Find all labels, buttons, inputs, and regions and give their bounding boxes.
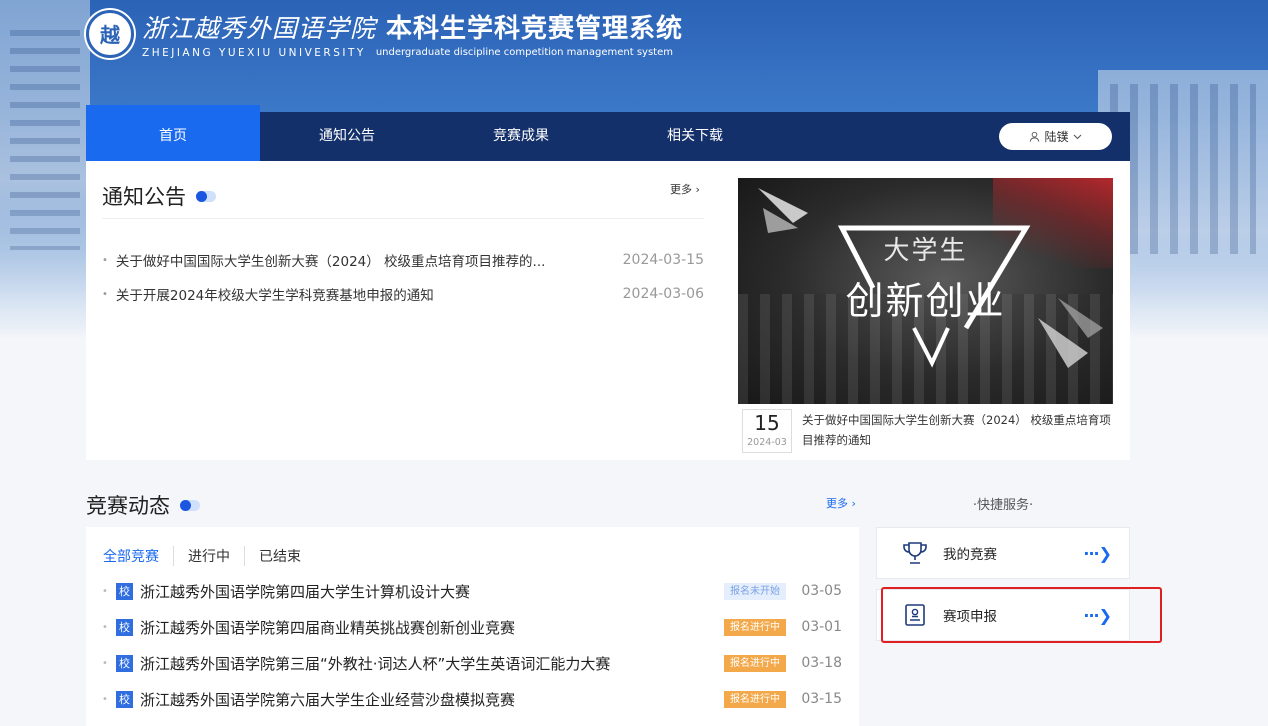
quick-services-title: ·快捷服务· <box>972 498 1034 513</box>
notice-section-title: 通知公告 <box>102 181 216 211</box>
notice-list: • 关于做好中国国际大学生创新大赛（2024） 校级重点培育项目推荐的... 20… <box>102 243 704 311</box>
tab-all[interactable]: 全部竞赛 <box>103 546 173 566</box>
logo-text: 浙江越秀外国语学院 本科生学科竞赛管理系统 ZHEJIANG YUEXIU UN… <box>142 8 683 59</box>
chevron-down-icon <box>1073 134 1081 139</box>
bullet-icon: • <box>102 657 108 669</box>
competition-date: 03-18 <box>801 655 842 671</box>
notice-divider <box>102 218 704 219</box>
main-nav: 首页 通知公告 竞赛成果 相关下载 陆镤 <box>86 105 1130 161</box>
notice-item-date: 2024-03-15 <box>622 252 704 268</box>
competition-date: 03-05 <box>801 583 842 599</box>
status-badge: 报名未开始 <box>724 582 786 600</box>
competition-item[interactable]: • 校 浙江越秀外国语学院第四届商业精英挑战赛创新创业竞赛 报名进行中 03-0… <box>102 609 842 645</box>
tab-ended[interactable]: 已结束 <box>244 546 315 566</box>
quick-item-label: 我的竞赛 <box>943 547 997 563</box>
notice-item[interactable]: • 关于开展2024年校级大学生学科竞赛基地申报的通知 2024-03-06 <box>102 277 704 311</box>
university-emblem-icon: 越 <box>86 9 134 58</box>
site-logo[interactable]: 越 浙江越秀外国语学院 本科生学科竞赛管理系统 ZHEJIANG YUEXIU … <box>86 8 683 59</box>
title-dot-icon <box>196 190 216 202</box>
notice-item-title: 关于做好中国国际大学生创新大赛（2024） 校级重点培育项目推荐的... <box>115 254 546 270</box>
feature-image[interactable]: 大学生 创新创业 <box>738 178 1113 404</box>
bullet-icon: • <box>102 621 108 633</box>
school-level-badge: 校 <box>116 654 133 672</box>
building-left-image <box>0 0 90 300</box>
competition-date: 03-15 <box>801 691 842 707</box>
school-level-badge: 校 <box>116 618 133 636</box>
notice-item[interactable]: • 关于做好中国国际大学生创新大赛（2024） 校级重点培育项目推荐的... 20… <box>102 243 704 277</box>
competition-panel: 全部竞赛 进行中 已结束 • 校 浙江越秀外国语学院第四届大学生计算机设计大赛 … <box>86 527 859 726</box>
system-name-cn: 本科生学科竞赛管理系统 <box>386 14 684 44</box>
school-level-badge: 校 <box>116 582 133 600</box>
competition-item[interactable]: • 校 浙江越秀外国语学院第三届“外教社·词达人杯”大学生英语词汇能力大赛 报名… <box>102 645 842 681</box>
competition-date: 03-01 <box>801 619 842 635</box>
competition-item[interactable]: • 校 浙江越秀外国语学院第四届大学生计算机设计大赛 报名未开始 03-05 <box>102 573 842 609</box>
competition-title-text: 竞赛动态 <box>86 494 170 518</box>
status-badge: 报名进行中 <box>724 690 786 708</box>
bullet-icon: • <box>102 254 108 266</box>
bullet-icon: • <box>102 585 108 597</box>
feature-caption[interactable]: 15 2024-03 关于做好中国国际大学生创新大赛（2024） 校级重点培育项… <box>742 409 1114 453</box>
tab-ongoing[interactable]: 进行中 <box>173 546 244 566</box>
nav-results[interactable]: 竞赛成果 <box>434 112 608 161</box>
notice-more-label: 更多 <box>670 183 692 196</box>
school-level-badge: 校 <box>116 690 133 708</box>
school-name-en: ZHEJIANG YUEXIU UNIVERSITY <box>142 47 366 59</box>
notice-more-link[interactable]: 更多 › <box>670 181 700 197</box>
notice-panel: 通知公告 更多 › • 关于做好中国国际大学生创新大赛（2024） 校级重点培育项… <box>86 161 1130 460</box>
feature-image-line2: 创新创业 <box>845 279 1006 323</box>
competition-name: 浙江越秀外国语学院第六届大学生企业经营沙盘模拟竞赛 <box>140 690 516 709</box>
user-menu-button[interactable]: 陆镤 <box>999 123 1112 150</box>
trophy-icon <box>895 541 935 565</box>
feature-caption-text: 关于做好中国国际大学生创新大赛（2024） 校级重点培育项目推荐的通知 <box>802 413 1111 447</box>
notice-item-title: 关于开展2024年校级大学生学科竞赛基地申报的通知 <box>115 288 434 304</box>
school-name-cn: 浙江越秀外国语学院 <box>142 14 377 43</box>
chevron-right-icon: › <box>851 497 856 510</box>
status-badge: 报名进行中 <box>724 654 786 672</box>
competition-more-link[interactable]: 更多 › <box>826 495 856 511</box>
user-icon <box>1030 131 1040 142</box>
notice-item-date: 2024-03-06 <box>622 286 704 302</box>
feature-image-line1: 大学生 <box>883 236 968 266</box>
arrow-right-icon: ···❯ <box>1083 543 1112 563</box>
feature-date-box: 15 2024-03 <box>742 409 792 453</box>
title-dot-icon <box>180 499 200 511</box>
bullet-icon: • <box>102 693 108 705</box>
nav-downloads[interactable]: 相关下载 <box>608 112 782 161</box>
highlight-box <box>881 587 1162 643</box>
nav-home[interactable]: 首页 <box>86 105 260 161</box>
competition-item[interactable]: • 校 浙江越秀外国语学院第六届大学生企业经营沙盘模拟竞赛 报名进行中 03-1… <box>102 681 842 717</box>
competition-list: • 校 浙江越秀外国语学院第四届大学生计算机设计大赛 报名未开始 03-05 •… <box>102 573 842 717</box>
chevron-right-icon: › <box>695 183 700 196</box>
competition-tabs: 全部竞赛 进行中 已结束 <box>103 546 315 566</box>
notice-title-text: 通知公告 <box>102 185 186 209</box>
nav-notices[interactable]: 通知公告 <box>260 112 434 161</box>
system-name-en: undergraduate discipline competition man… <box>375 47 673 58</box>
user-name: 陆镤 <box>1044 130 1069 144</box>
feature-year-month: 2024-03 <box>747 437 787 448</box>
competition-more-label: 更多 <box>826 497 848 510</box>
bullet-icon: • <box>102 288 108 300</box>
competition-section-title: 竞赛动态 <box>86 490 200 520</box>
feature-day: 15 <box>754 411 780 435</box>
competition-name: 浙江越秀外国语学院第四届商业精英挑战赛创新创业竞赛 <box>140 618 516 637</box>
competition-name: 浙江越秀外国语学院第四届大学生计算机设计大赛 <box>140 582 471 601</box>
competition-name: 浙江越秀外国语学院第三届“外教社·词达人杯”大学生英语词汇能力大赛 <box>140 654 611 673</box>
status-badge: 报名进行中 <box>724 618 786 636</box>
quick-my-competitions[interactable]: 我的竞赛 ···❯ <box>876 527 1130 579</box>
